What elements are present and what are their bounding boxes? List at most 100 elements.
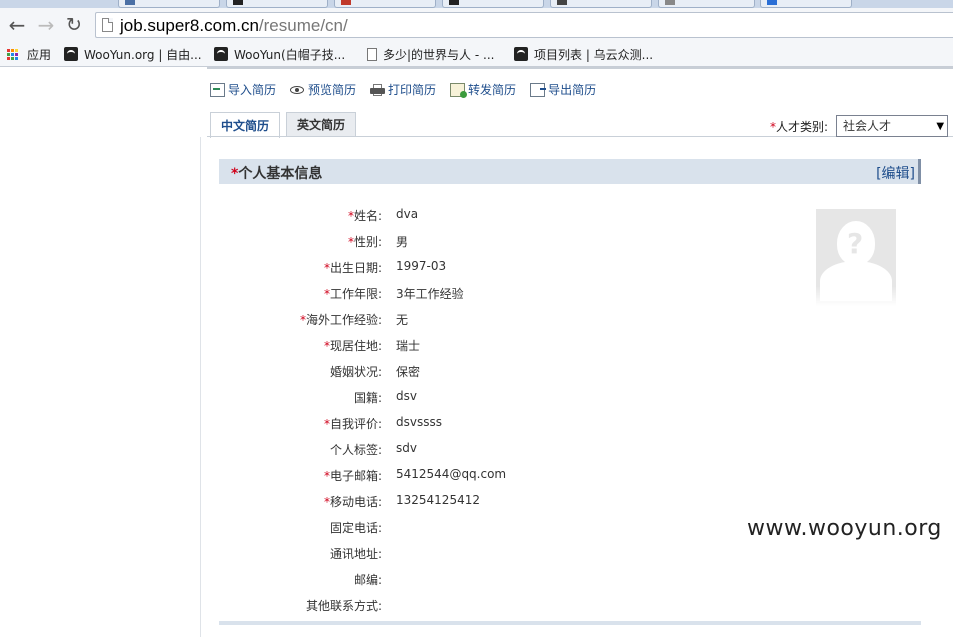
browser-tab-strip	[0, 0, 953, 8]
bookmark-project-list[interactable]: 项目列表 | 乌云众测...	[514, 45, 653, 63]
field-label: *姓名:	[348, 207, 382, 224]
field-label-text: 姓名:	[353, 209, 382, 223]
forward-resume-button[interactable]: 转发简历	[450, 81, 516, 98]
address-bar[interactable]: job.super8.com.cn/resume/cn/	[95, 12, 953, 38]
photo-fade	[816, 286, 896, 306]
document-icon	[367, 47, 377, 61]
import-resume-button[interactable]: 导入简历	[210, 81, 276, 98]
preview-resume-button[interactable]: 预览简历	[290, 81, 356, 98]
field-row: 固定电话:	[219, 518, 779, 544]
printer-icon	[370, 83, 386, 97]
bookmark-wooyun-org[interactable]: WooYun.org | 自由...	[64, 45, 202, 63]
tab-chinese-resume[interactable]: 中文简历	[210, 112, 281, 138]
field-label: *自我评价:	[324, 415, 382, 432]
divider	[200, 137, 201, 637]
section-title-text: 个人基本信息	[238, 166, 323, 182]
field-label-text: 海外工作经验:	[305, 313, 382, 327]
divider	[207, 67, 953, 69]
basic-info-header: *个人基本信息 [编辑]	[219, 159, 921, 184]
field-label-text: 个人标签:	[329, 443, 382, 457]
basic-info-fields: *姓名: dva *性别: 男 *出生日期: 1997-03 *工作年限: 3年工作经验 *海外…	[219, 206, 779, 622]
field-value: 保密	[396, 365, 421, 379]
bookmark-label: WooYun.org | 自由...	[84, 47, 202, 62]
action-label: 导入简历	[228, 83, 277, 97]
eye-icon	[290, 83, 305, 97]
wooyun-icon	[514, 47, 528, 61]
field-label-text: 移动电话:	[329, 495, 382, 509]
wooyun-icon	[214, 47, 228, 61]
browser-tab[interactable]	[658, 0, 755, 8]
field-row: *工作年限: 3年工作经验	[219, 284, 779, 310]
resume-actions-bar: 导入简历 预览简历 打印简历 转发简历 导出简历	[210, 81, 596, 98]
tab-favicon-icon	[233, 0, 243, 5]
field-value: 男	[396, 235, 409, 249]
bookmark-apps[interactable]: 应用	[7, 45, 51, 63]
page-content: 导入简历 预览简历 打印简历 转发简历 导出简历 中文简历 英文简历 *人才类别…	[0, 67, 953, 637]
field-label-text: 自我评价:	[329, 417, 382, 431]
bookmark-wooyun-whitehat[interactable]: WooYun(白帽子技...	[214, 45, 345, 63]
back-arrow-icon[interactable]: ←	[5, 13, 29, 37]
browser-tab[interactable]	[442, 0, 544, 8]
browser-tab[interactable]	[334, 0, 436, 8]
field-row: 个人标签: sdv	[219, 440, 779, 466]
field-value: 无	[396, 313, 409, 327]
tab-favicon-icon	[125, 0, 135, 5]
export-resume-button[interactable]: 导出简历	[530, 81, 596, 98]
field-row: *自我评价: dsvssss	[219, 414, 779, 440]
forward-icon	[450, 82, 468, 98]
field-row: 国籍: dsv	[219, 388, 779, 414]
field-label-text: 电子邮箱:	[329, 469, 382, 483]
field-row: 其他联系方式:	[219, 596, 779, 622]
forward-arrow-icon[interactable]: →	[34, 13, 58, 37]
question-mark-icon: ?	[847, 227, 864, 260]
field-label: *出生日期:	[324, 259, 382, 276]
wooyun-icon	[64, 47, 78, 61]
talent-category-select[interactable]: 社会人才 ▼	[836, 115, 949, 137]
tab-english-resume[interactable]: 英文简历	[286, 112, 357, 136]
field-row: 婚姻状况: 保密	[219, 362, 779, 388]
bookmark-world-people[interactable]: 多少|的世界与人 - ...	[367, 45, 494, 63]
address-url: job.super8.com.cn/resume/cn/	[120, 16, 348, 36]
field-row: *性别: 男	[219, 232, 779, 258]
field-value: dsv	[396, 389, 417, 403]
page-icon	[102, 18, 113, 32]
bookmark-label: 应用	[27, 47, 52, 62]
field-label-text: 出生日期:	[329, 261, 382, 275]
reload-icon[interactable]: ↻	[62, 13, 86, 37]
field-label-text: 国籍:	[353, 391, 382, 405]
bookmark-label: WooYun(白帽子技...	[234, 47, 346, 62]
talent-category-value: 社会人才	[843, 119, 892, 133]
field-label: *海外工作经验:	[300, 311, 382, 328]
field-label-text: 现居住地:	[329, 339, 382, 353]
talent-category-text: 人才类别:	[776, 119, 829, 134]
field-row: *电子邮箱: 5412544@qq.com	[219, 466, 779, 492]
field-value: dva	[396, 207, 419, 221]
field-value: 13254125412	[396, 493, 480, 507]
browser-toolbar: ← → ↻ job.super8.com.cn/resume/cn/	[0, 8, 953, 42]
field-value: dsvssss	[396, 415, 442, 429]
url-path: /resume/cn/	[258, 16, 348, 35]
edit-link[interactable]: [编辑]	[876, 163, 915, 183]
browser-tab[interactable]	[550, 0, 652, 8]
field-value: 5412544@qq.com	[396, 467, 507, 481]
browser-tab[interactable]	[118, 0, 220, 8]
next-section-header	[219, 621, 921, 625]
field-label-text: 其他联系方式:	[305, 599, 382, 613]
field-label: *工作年限:	[324, 285, 382, 302]
url-host: job.super8.com.cn	[120, 16, 259, 35]
browser-tab[interactable]	[760, 0, 852, 8]
print-resume-button[interactable]: 打印简历	[370, 81, 436, 98]
field-label: 婚姻状况:	[330, 363, 382, 380]
browser-tab[interactable]	[226, 0, 328, 8]
action-label: 导出简历	[548, 83, 597, 97]
field-label-text: 邮编:	[353, 573, 382, 587]
field-value: 3年工作经验	[396, 287, 464, 301]
window-controls[interactable]	[843, 0, 953, 8]
bookmark-label: 多少|的世界与人 - ...	[383, 47, 495, 62]
action-label: 打印简历	[388, 83, 437, 97]
field-row: 通讯地址:	[219, 544, 779, 570]
field-label: *现居住地:	[324, 337, 382, 354]
field-label: 个人标签:	[330, 441, 382, 458]
watermark: www.wooyun.org	[747, 516, 942, 541]
field-value: 瑞士	[396, 339, 421, 353]
